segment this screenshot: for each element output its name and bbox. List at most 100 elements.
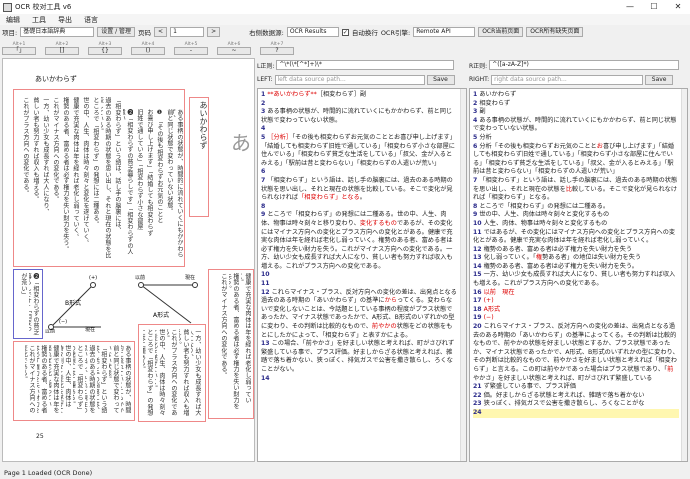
editor-line[interactable]: 1 **あいかわらず**［相変わらず］副 bbox=[261, 91, 458, 100]
line-number: 23 bbox=[473, 400, 482, 408]
editor-line[interactable]: 14 bbox=[261, 375, 458, 384]
left-path-row: LEFT: left data source path... Save bbox=[257, 74, 455, 85]
editor-line[interactable]: 12 これらマイナス・プラス、反対方向への変化の差は、出発点となる過去のある時期の… bbox=[261, 289, 458, 341]
menu-language[interactable]: 语言 bbox=[78, 15, 104, 25]
line-text: 勢ある者」の地位は失い財力を失う bbox=[542, 254, 642, 262]
shortcut-button[interactable]: 「」 bbox=[2, 47, 36, 55]
editor-line[interactable]: 20 これらマイナス・プラス、反対方向への変化の差は、出発点となる過去のある時期の… bbox=[473, 323, 679, 383]
line-text: 相変わらず bbox=[479, 99, 511, 107]
engine-select[interactable]: Remote API bbox=[413, 27, 476, 37]
editor-line[interactable]: 1 あいかわらず bbox=[473, 91, 679, 100]
shortcut-button[interactable]: {} bbox=[88, 47, 122, 55]
shortcut-5[interactable]: Alt+5- bbox=[174, 42, 208, 55]
editor-line[interactable]: 9 ところで「相変わらず」の発想には二種ある。世の中、人生、肉体、物事は時々刻々と… bbox=[261, 211, 458, 271]
page-prev-button[interactable]: < bbox=[154, 27, 168, 37]
right-path-input[interactable]: right data source path... bbox=[491, 74, 644, 85]
editor-line[interactable]: 16 以前 現在 bbox=[473, 289, 679, 298]
editor-line[interactable]: 19 (−) bbox=[473, 314, 679, 323]
shortcut-button[interactable]: () bbox=[131, 47, 165, 55]
shortcut-2[interactable]: Alt+2[] bbox=[45, 42, 79, 55]
right-scrollbar[interactable] bbox=[681, 89, 687, 461]
shortcut-button[interactable]: ~ bbox=[217, 47, 251, 55]
right-save-button[interactable]: Save bbox=[645, 74, 674, 85]
app-window: OCR 校对工具 v6 — ☐ ✕ 编辑 工具 导出 语言 项目: 基礎日本語辞… bbox=[0, 0, 690, 479]
diagram-now-label-b: 現在 bbox=[85, 326, 95, 333]
editor-line[interactable]: 11 bbox=[261, 280, 458, 289]
menu-export[interactable]: 导出 bbox=[52, 15, 78, 25]
shortcut-button[interactable]: - bbox=[174, 47, 208, 55]
editor-line[interactable]: 18 A形式 bbox=[473, 306, 679, 315]
line-text: であるが、その変化にはマイナス方向への変化とプラス方向への変化とがある。健康で充… bbox=[261, 219, 453, 270]
editor-line[interactable]: 5 分析 bbox=[473, 134, 679, 143]
editor-line[interactable]: 6 bbox=[261, 168, 458, 177]
editor-line[interactable]: 9 世の中、人生、肉体は時々刻々と変化するもの bbox=[473, 211, 679, 220]
shortcut-button[interactable]: [] bbox=[45, 47, 79, 55]
left-path-input[interactable]: left data source path... bbox=[274, 74, 425, 85]
scan-column: ところで「相変わらず」の発想には二種ある。 bbox=[92, 97, 99, 228]
editor-line[interactable]: 6 分析「その後も相変わらずお元気のこととお喜び申し上げます」「結婚しても相変わら… bbox=[473, 143, 679, 177]
editor-line[interactable]: 24 bbox=[473, 408, 679, 418]
line-number: 4 bbox=[261, 125, 266, 133]
right-regex-input[interactable]: ^([a-zA-Z]*) bbox=[489, 60, 680, 70]
project-select[interactable]: 基礎日本語辞典 bbox=[20, 27, 95, 37]
line-number: 3 bbox=[261, 108, 266, 116]
autowrap-checkbox[interactable]: ✓ bbox=[341, 28, 349, 36]
left-save-button[interactable]: Save bbox=[426, 74, 455, 85]
editor-line[interactable]: 13 この場合、「前やかさ」を好ましい状態と考えれば、町がさびれず繁盛している事で… bbox=[261, 340, 458, 374]
scanned-page-view[interactable]: あいかわらず あいかわらず あ ある事柄の状態が、時間的に流れていくにもかかわら… bbox=[2, 58, 255, 462]
page-next-button[interactable]: > bbox=[207, 27, 221, 37]
editor-line[interactable]: 15 一方、幼い少女も成長すれば大人になり、貧しい者も努力すれば収入も増える。これ… bbox=[473, 271, 679, 288]
editor-line[interactable]: 23 狭っぽく、排気ガスで公害を撒き散らし、ろくなことがな bbox=[473, 400, 679, 409]
line-number: 12 bbox=[473, 245, 482, 253]
shortcut-1[interactable]: Alt+1 「」 bbox=[2, 42, 36, 55]
scan-column: 過去のある時期の状態を思い出し、それと現在の状態を比較している。 bbox=[85, 345, 95, 414]
left-scrollbar[interactable] bbox=[460, 89, 466, 461]
left-regex-input[interactable]: ^\*(\*[^*]+)\* bbox=[276, 60, 455, 70]
editor-line[interactable]: 10 bbox=[261, 271, 458, 280]
minimize-button[interactable]: — bbox=[618, 0, 642, 14]
line-number: 24 bbox=[473, 408, 482, 416]
line-number: 12 bbox=[261, 288, 270, 296]
ocr-current-button[interactable]: OCR当前页面 bbox=[478, 27, 524, 37]
close-button[interactable]: ✕ bbox=[666, 0, 690, 14]
left-text-editor[interactable]: 1 **あいかわらず**［相変わらず］副 2 3 ある事柄の状態が、時間的に流れていくに… bbox=[257, 88, 467, 462]
editor-line[interactable]: 17 (+) bbox=[473, 297, 679, 306]
editor-line[interactable]: 12 権勢のある者、富める者は必ず権力を失い財力を失う bbox=[473, 246, 679, 255]
right-source-select[interactable]: OCR Results bbox=[286, 27, 339, 37]
editor-line[interactable]: 7 「相変わらず」という語は、話し手の脳裏には、過去のある時期の状態を思い出し、そ… bbox=[261, 177, 458, 203]
editor-line[interactable]: 21 ず繁盛している事で、プラス評価 bbox=[473, 383, 679, 392]
line-number: 18 bbox=[473, 305, 482, 313]
editor-line[interactable]: 2 bbox=[261, 100, 458, 109]
maximize-button[interactable]: ☐ bbox=[642, 0, 666, 14]
line-text: 分析 bbox=[479, 133, 492, 141]
editor-line[interactable]: 3 ある事柄の状態が、時間的に流れていくにもかかわらず、前と同じ状態で変わっていな… bbox=[261, 108, 458, 125]
editor-line[interactable]: 13 化し弱っていく。「権勢ある者」の地位は失い財力を失う bbox=[473, 254, 679, 263]
scan-column: 一方、幼い少女も成長すれば大人になり、 bbox=[42, 97, 49, 215]
editor-line[interactable]: 3副 bbox=[473, 108, 679, 117]
editor-line[interactable]: 2 相変わらず bbox=[473, 100, 679, 109]
editor-line[interactable]: 5 ［分析］「その後も相変わらずお元気のこととお喜び申し上げます」「結婚しても相変… bbox=[261, 134, 458, 168]
line-number: 5 bbox=[261, 133, 266, 141]
shortcut-6[interactable]: Alt+6 ~ bbox=[217, 42, 251, 55]
editor-line[interactable]: 11 ではあるが、その変化にはマイナス方向への変化とプラス方向への変化とがある。健… bbox=[473, 229, 679, 246]
menu-bar: 编辑 工具 导出 语言 bbox=[0, 14, 690, 25]
shortcut-4[interactable]: Alt+4() bbox=[131, 42, 165, 55]
scan-column: ところで「相変わらず」の発想には二種ある。 bbox=[73, 345, 83, 414]
settings-button[interactable]: 设置 / 管理 bbox=[97, 27, 136, 37]
editor-line[interactable]: 4 ある事柄の状態が、時間的に流れていくにもかかわらず、前と同じ状態で変わっていな… bbox=[473, 117, 679, 134]
ocr-all-button[interactable]: OCR所有缺失页面 bbox=[526, 27, 584, 37]
editor-line[interactable]: 4 bbox=[261, 125, 458, 134]
page-input[interactable]: 1 bbox=[170, 27, 205, 37]
window-title: OCR 校对工具 v6 bbox=[15, 3, 72, 11]
shortcut-3[interactable]: Alt+3{} bbox=[88, 42, 122, 55]
menu-tools[interactable]: 工具 bbox=[26, 15, 52, 25]
line-number: 15 bbox=[473, 271, 482, 279]
shortcut-button[interactable]: ? bbox=[260, 47, 294, 55]
line-number: 4 bbox=[473, 116, 478, 124]
menu-edit[interactable]: 编辑 bbox=[0, 15, 26, 25]
editor-line[interactable]: 7 「相変わらず」という語は、話し手の脳裏には、過去のある時期の状態を思い出し、そ… bbox=[473, 177, 679, 203]
scan-column: 「相変わらず」という語は、話し手の脳裏には、 bbox=[114, 97, 121, 234]
right-text-editor[interactable]: 1 あいかわらず 2 相変わらず 3 副 4 ある事柄の状態が、時間的に流れていくにもかかわら… bbox=[469, 88, 688, 462]
shortcut-7[interactable]: Alt+7? bbox=[260, 42, 294, 55]
editor-line[interactable]: 10 人生、肉体、物事は時々刻々と変化するもの bbox=[473, 220, 679, 229]
